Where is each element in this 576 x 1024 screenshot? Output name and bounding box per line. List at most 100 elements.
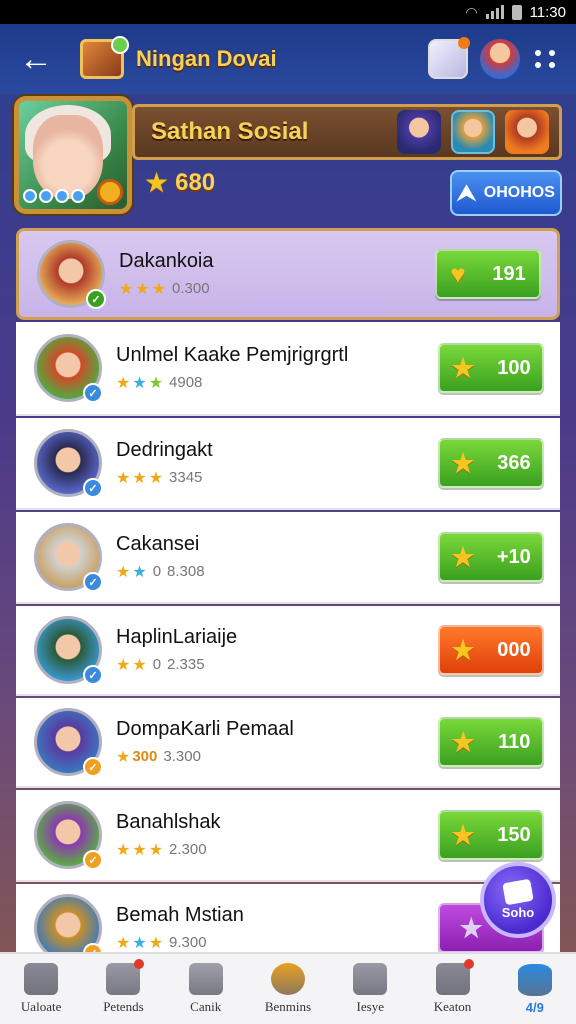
- signal-icon: [485, 5, 504, 19]
- reward-button[interactable]: ★ 100: [438, 343, 544, 393]
- player-score: 680: [175, 168, 216, 196]
- leaderboard-row[interactable]: ✓ DompaKarli Pemaal ★ 300 3.300 ★ 110: [16, 698, 560, 788]
- player-profile: Sathan Sosial ★ 680 ⮝ OHOHOS: [14, 96, 562, 220]
- player-avatar[interactable]: ✓: [34, 429, 103, 498]
- player-points: 3.300: [163, 748, 201, 765]
- player-avatar[interactable]: ✓: [34, 801, 103, 870]
- player-name: Bemah Mstian: [116, 903, 244, 926]
- reward-button[interactable]: ★ 366: [438, 438, 544, 488]
- rating-star-icon: ★: [132, 563, 147, 581]
- gift-box-icon[interactable]: [428, 37, 470, 79]
- rating-star-icon: ★: [116, 469, 131, 487]
- rating-star-icon: ★: [132, 374, 147, 392]
- bell-icon: [106, 959, 145, 995]
- friend-avatar[interactable]: [505, 110, 549, 154]
- rating-extra: 0: [152, 563, 162, 580]
- nav-item[interactable]: Ualoate: [0, 954, 82, 1024]
- shield-icon: [188, 963, 223, 995]
- home-icon: [353, 963, 388, 995]
- fab-label: Soho: [501, 904, 535, 920]
- player-avatar[interactable]: ✓: [34, 334, 103, 403]
- profile-action-button[interactable]: ⮝ OHOHOS: [450, 170, 562, 216]
- rating-star-icon: ★: [135, 280, 150, 298]
- player-avatar[interactable]: ✓: [37, 240, 106, 309]
- nav-item[interactable]: 4/9: [494, 954, 576, 1024]
- star-icon: ★: [451, 726, 475, 757]
- leaderboard-row[interactable]: ✓Bemah Mstian★★★9.300★: [16, 884, 560, 952]
- wifi-icon: ◠: [465, 3, 478, 20]
- player-avatar[interactable]: ✓: [34, 894, 103, 952]
- rating-row: ★ ★ ★ 4908: [116, 373, 438, 393]
- star-icon: ★: [451, 819, 475, 850]
- rating-row: ★ ★ ★ 3345: [116, 468, 438, 488]
- rating-star-icon: ★: [116, 656, 131, 674]
- nav-label: Petends: [103, 999, 144, 1014]
- reward-button[interactable]: ★ 000: [438, 625, 544, 675]
- character-icon[interactable]: [480, 39, 520, 79]
- leaderboard-row[interactable]: ✓ HaplinLariaije ★ ★ 0 2.335 ★ 000: [16, 606, 560, 696]
- rating-star-icon: ★: [148, 841, 164, 859]
- back-arrow-icon[interactable]: ←: [16, 39, 56, 79]
- gem-row-icon: [23, 189, 85, 203]
- reward-value: 000: [497, 638, 531, 661]
- player-name: Cakansei: [116, 532, 200, 555]
- verified-badge-icon: ✓: [83, 383, 103, 403]
- player-name: Unlmel Kaake Pemjrigrgrtl: [116, 343, 349, 366]
- player-points: 2.300: [169, 841, 207, 858]
- player-points: 4908: [169, 374, 203, 391]
- reward-button[interactable]: ★ +10: [438, 532, 544, 582]
- nav-item[interactable]: Canik: [165, 954, 247, 1024]
- reward-button[interactable]: ★ 110: [438, 717, 544, 767]
- nav-label: Ualoate: [20, 999, 62, 1014]
- leaderboard-row[interactable]: ✓ Dakankoia ★ ★ ★ 0.300 ♥ 191: [16, 228, 560, 320]
- clock: 11:30: [529, 3, 566, 21]
- reward-value: 110: [498, 730, 531, 753]
- gear-icon: [435, 959, 474, 995]
- player-name: Sathan Sosial: [151, 118, 309, 145]
- nav-item[interactable]: Petends: [82, 954, 164, 1024]
- rating-star-icon: ★: [119, 280, 134, 298]
- star-icon: ★: [459, 912, 483, 943]
- notification-dot: [463, 959, 474, 969]
- rating-row: ★ ★ 0 2.335: [116, 655, 438, 675]
- player-points: 8.308: [167, 563, 205, 580]
- friend-avatar[interactable]: [451, 110, 495, 154]
- leaderboard-row[interactable]: ✓ Banahlshak ★ ★ ★ 2.300 ★ 150: [16, 790, 560, 882]
- nav-item[interactable]: Keaton: [411, 954, 493, 1024]
- verified-badge-icon: ✓: [83, 850, 103, 870]
- nav-label: Benmins: [264, 999, 312, 1014]
- hero-portrait[interactable]: [14, 96, 132, 214]
- rating-row: ★ ★ ★ 0.300: [119, 279, 435, 299]
- sun-badge-icon: [97, 179, 123, 205]
- rating-star-icon: ★: [116, 841, 131, 859]
- battery-icon: [511, 4, 522, 20]
- verified-badge-icon: ✓: [83, 665, 103, 685]
- player-avatar[interactable]: ✓: [34, 708, 103, 777]
- soho-floating-button[interactable]: Soho: [480, 862, 556, 938]
- verified-badge-icon: ✓: [83, 572, 103, 592]
- reward-button[interactable]: ♥ 191: [435, 249, 541, 299]
- ticket-icon: [502, 878, 534, 905]
- menu-dots-icon[interactable]: [532, 45, 560, 73]
- leaderboard-row[interactable]: ✓ Dedringakt ★ ★ ★ 3345 ★ 366: [16, 418, 560, 510]
- player-avatar[interactable]: ✓: [34, 523, 103, 592]
- friend-avatar[interactable]: [397, 110, 441, 154]
- rating-row: ★ ★ 0 8.308: [116, 562, 438, 582]
- player-avatar[interactable]: ✓: [34, 616, 103, 685]
- reward-button[interactable]: ★ 150: [438, 810, 544, 860]
- rating-star-icon: ★: [132, 469, 147, 487]
- leaderboard-row[interactable]: ✓ Unlmel Kaake Pemjrigrgrtl ★ ★ ★ 4908 ★ 100: [16, 322, 560, 416]
- star-icon: ★: [451, 634, 475, 665]
- verified-badge-icon: ✓: [83, 943, 103, 952]
- verified-badge-icon: ✓: [83, 757, 103, 777]
- rating-star-icon: ★: [116, 374, 131, 392]
- top-bar: ← Ningan Dovai: [0, 24, 576, 94]
- nav-item[interactable]: Benmins: [247, 954, 329, 1024]
- stack-icon: [24, 963, 59, 995]
- nav-item[interactable]: Iesye: [329, 954, 411, 1024]
- rating-row: ★ 300 3.300: [116, 747, 438, 767]
- nav-label: 4/9: [525, 999, 544, 1015]
- player-points: 3345: [169, 469, 203, 486]
- status-bar: ◠ 11:30: [0, 0, 576, 24]
- leaderboard-row[interactable]: ✓ Cakansei ★ ★ 0 8.308 ★ +10: [16, 512, 560, 604]
